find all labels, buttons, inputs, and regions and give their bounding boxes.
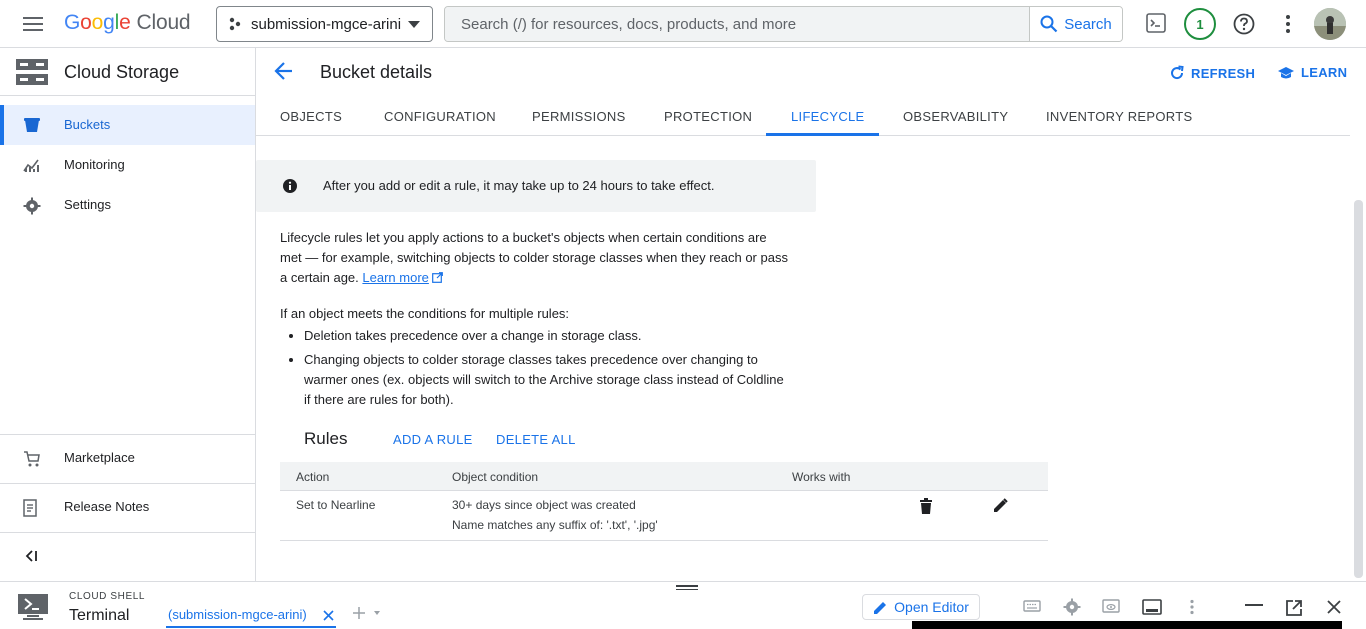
minimize-icon[interactable] [1245, 594, 1263, 612]
bucket-icon [24, 118, 40, 132]
column-header-action[interactable]: Action [296, 470, 329, 484]
main-content: Bucket details REFRESH LEARN OBJECTS CON… [256, 48, 1366, 581]
column-header-condition[interactable]: Object condition [452, 470, 538, 484]
sidebar-divider [0, 532, 255, 533]
multi-rules-intro: If an object meets the conditions for mu… [280, 306, 570, 321]
tab-permissions[interactable]: PERMISSIONS [532, 109, 626, 124]
info-banner: After you add or edit a rule, it may tak… [256, 160, 816, 212]
learn-more-link[interactable]: Learn more [362, 270, 428, 285]
project-name: submission-mgce-arini [251, 15, 402, 33]
terminal-icon [17, 593, 49, 626]
rule-condition: 30+ days since object was created Name m… [452, 498, 658, 532]
open-editor-button[interactable]: Open Editor [862, 594, 980, 620]
top-bar: Google Cloud submission-mgce-arini Search… [0, 0, 1366, 48]
chart-icon [23, 159, 39, 172]
help-icon[interactable] [1233, 13, 1255, 40]
add-session-icon[interactable] [352, 606, 380, 625]
active-tab-indicator [766, 133, 879, 136]
list-item: Changing objects to colder storage class… [289, 350, 800, 410]
more-vert-icon[interactable] [1280, 13, 1296, 40]
rules-heading: Rules [304, 429, 348, 448]
info-icon [283, 179, 297, 193]
refresh-button[interactable]: REFRESH [1169, 65, 1255, 81]
sidebar: Cloud Storage Buckets Monitoring Setting… [0, 48, 256, 581]
scrollbar[interactable] [1354, 200, 1363, 578]
resize-handle[interactable] [676, 585, 698, 590]
shell-session-tab[interactable]: (submission-mgce-arini) [168, 607, 307, 622]
sidebar-header: Cloud Storage [0, 48, 255, 96]
refresh-icon [1171, 65, 1184, 80]
keyboard-icon[interactable] [1023, 599, 1041, 618]
settings-gear-icon[interactable] [1063, 598, 1081, 621]
add-rule-button[interactable]: ADD A RULE [393, 432, 473, 447]
sidebar-divider [0, 434, 255, 435]
learn-button[interactable]: LEARN [1277, 65, 1347, 80]
tab-observability[interactable]: OBSERVABILITY [903, 109, 1008, 124]
close-icon[interactable] [323, 608, 334, 626]
sidebar-item-settings[interactable]: Settings [0, 185, 255, 225]
terminal-label: Terminal [69, 607, 130, 624]
open-new-window-icon[interactable] [1285, 599, 1303, 622]
sidebar-item-buckets[interactable]: Buckets [0, 105, 255, 145]
google-cloud-logo[interactable]: Google Cloud [64, 11, 191, 35]
school-icon [1278, 66, 1294, 78]
collapse-sidebar-icon[interactable] [24, 549, 38, 567]
gear-icon [23, 197, 41, 215]
overlay-bar [912, 621, 1342, 629]
page-header: Bucket details REFRESH LEARN [256, 48, 1366, 96]
active-session-indicator [166, 626, 336, 628]
sidebar-item-release-notes[interactable]: Release Notes [0, 487, 255, 527]
sidebar-divider [0, 483, 255, 484]
cloud-shell-icon[interactable] [1146, 12, 1166, 39]
table-header: Action Object condition Works with [280, 462, 1048, 491]
tab-lifecycle[interactable]: LIFECYCLE [791, 109, 865, 124]
column-header-works-with[interactable]: Works with [792, 470, 850, 484]
delete-all-button[interactable]: DELETE ALL [496, 432, 576, 447]
menu-icon[interactable] [22, 13, 44, 35]
search-icon [1040, 15, 1058, 33]
lifecycle-description: Lifecycle rules let you apply actions to… [280, 230, 788, 285]
search-input[interactable] [445, 7, 1030, 41]
search-button[interactable]: Search [1029, 7, 1122, 41]
more-vert-icon[interactable] [1187, 599, 1197, 620]
web-preview-icon[interactable] [1102, 599, 1120, 618]
tab-objects[interactable]: OBJECTS [280, 109, 342, 124]
storage-icon [16, 59, 48, 85]
edit-icon[interactable] [992, 498, 1008, 519]
back-arrow-icon[interactable] [274, 61, 294, 86]
cloud-shell-caption: CLOUD SHELL [69, 591, 146, 602]
tab-configuration[interactable]: CONFIGURATION [384, 109, 496, 124]
sidebar-item-monitoring[interactable]: Monitoring [0, 145, 255, 185]
delete-icon[interactable] [919, 498, 933, 519]
notifications-badge[interactable]: 1 [1184, 8, 1216, 40]
project-icon [229, 17, 241, 31]
rule-action: Set to Nearline [296, 498, 376, 512]
page-title: Bucket details [320, 62, 433, 82]
tab-bar: OBJECTS CONFIGURATION PERMISSIONS PROTEC… [256, 96, 1350, 136]
minimize-panel-icon[interactable] [1142, 599, 1162, 620]
notes-icon [23, 499, 37, 517]
project-selector[interactable]: submission-mgce-arini [216, 6, 433, 42]
pencil-icon [874, 601, 887, 614]
cart-icon [24, 451, 40, 467]
product-title: Cloud Storage [64, 62, 180, 82]
list-item: Deletion takes precedence over a change … [289, 326, 800, 346]
search-bar: Search [444, 6, 1123, 42]
tab-inventory-reports[interactable]: INVENTORY REPORTS [1046, 109, 1192, 124]
sidebar-item-marketplace[interactable]: Marketplace [0, 438, 255, 478]
table-row: Set to Nearline 30+ days since object wa… [280, 491, 1048, 541]
tab-protection[interactable]: PROTECTION [664, 109, 752, 124]
avatar[interactable] [1314, 8, 1346, 40]
chevron-down-icon [408, 21, 420, 28]
close-panel-icon[interactable] [1327, 600, 1341, 619]
external-link-icon [431, 272, 443, 283]
